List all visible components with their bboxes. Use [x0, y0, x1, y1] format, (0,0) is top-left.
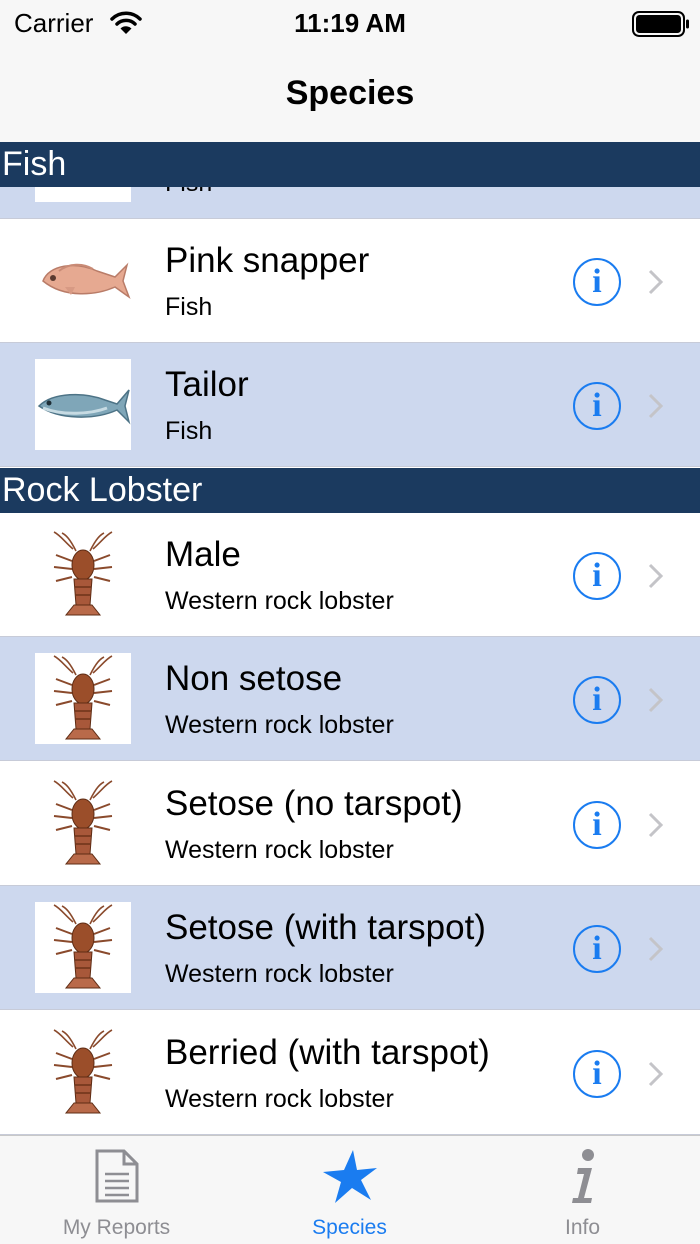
info-icon — [571, 1149, 594, 1203]
info-button[interactable]: i — [573, 801, 621, 849]
species-row-setose-with-tarspot[interactable]: Setose (with tarspot) Western rock lobst… — [0, 886, 700, 1010]
chevron-right-icon — [648, 269, 664, 295]
row-title: Tailor — [165, 365, 249, 404]
species-row-pink-snapper[interactable]: Pink snapper Fish i — [0, 219, 700, 343]
lobster-icon — [35, 653, 131, 744]
tab-label: Info — [564, 1216, 601, 1239]
chevron-right-icon — [648, 812, 664, 838]
lobster-icon — [35, 529, 131, 620]
tab-label: Species — [312, 1216, 387, 1239]
lobster-icon — [35, 1027, 131, 1118]
row-title: Setose (no tarspot) — [165, 784, 463, 823]
row-subtitle: Western rock lobster — [165, 836, 394, 864]
battery-icon — [632, 11, 689, 37]
status-time: 11:19 AM — [294, 8, 406, 38]
info-button[interactable]: i — [573, 1050, 621, 1098]
document-icon — [95, 1149, 138, 1203]
lobster-icon — [35, 902, 131, 993]
tailor-fish-icon — [35, 359, 131, 450]
section-header-fish: Fish — [0, 142, 700, 187]
navigation-bar: Species — [0, 48, 700, 142]
chevron-right-icon — [648, 563, 664, 589]
row-title: Berried (with tarspot) — [165, 1033, 490, 1072]
pink-snapper-icon — [35, 235, 131, 326]
row-title: Setose (with tarspot) — [165, 908, 486, 947]
chevron-right-icon — [648, 687, 664, 713]
row-title: Non setose — [165, 659, 343, 698]
row-subtitle: Western rock lobster — [165, 1085, 394, 1113]
section-header-rock-lobster: Rock Lobster — [0, 468, 700, 513]
row-subtitle: Western rock lobster — [165, 960, 394, 988]
chevron-right-icon — [648, 936, 664, 962]
row-title: Male — [165, 535, 241, 574]
species-list[interactable]: Fish Fish Pink snapper Fish i Tai — [0, 142, 700, 1135]
species-row-setose-no-tarspot[interactable]: Setose (no tarspot) Western rock lobster… — [0, 762, 700, 886]
info-button[interactable]: i — [573, 552, 621, 600]
info-button[interactable]: i — [573, 676, 621, 724]
row-title: Pink snapper — [165, 241, 370, 280]
page-title: Species — [285, 74, 415, 112]
lobster-icon — [35, 778, 131, 869]
species-row-male[interactable]: Male Western rock lobster i — [0, 513, 700, 637]
status-bar: Carrier 11:19 AM — [0, 0, 700, 48]
tab-info[interactable]: Info — [466, 1136, 699, 1244]
row-subtitle: Western rock lobster — [165, 711, 394, 739]
info-button[interactable]: i — [573, 258, 621, 306]
tab-label: My Reports — [62, 1216, 171, 1239]
row-subtitle: Fish — [165, 293, 213, 321]
tab-my-reports[interactable]: My Reports — [0, 1136, 233, 1244]
tab-bar: My Reports Species Info — [0, 1135, 700, 1244]
species-row-berried-with-tarspot[interactable]: Berried (with tarspot) Western rock lobs… — [0, 1011, 700, 1135]
info-button[interactable]: i — [573, 925, 621, 973]
row-subtitle: Western rock lobster — [165, 587, 394, 615]
chevron-right-icon — [648, 1061, 664, 1087]
species-row-tailor[interactable]: Tailor Fish i — [0, 343, 700, 467]
species-row-non-setose[interactable]: Non setose Western rock lobster i — [0, 637, 700, 761]
row-subtitle: Fish — [165, 417, 213, 445]
chevron-right-icon — [648, 393, 664, 419]
tab-species[interactable]: Species — [233, 1136, 466, 1244]
info-button[interactable]: i — [573, 382, 621, 430]
star-icon — [322, 1150, 377, 1203]
